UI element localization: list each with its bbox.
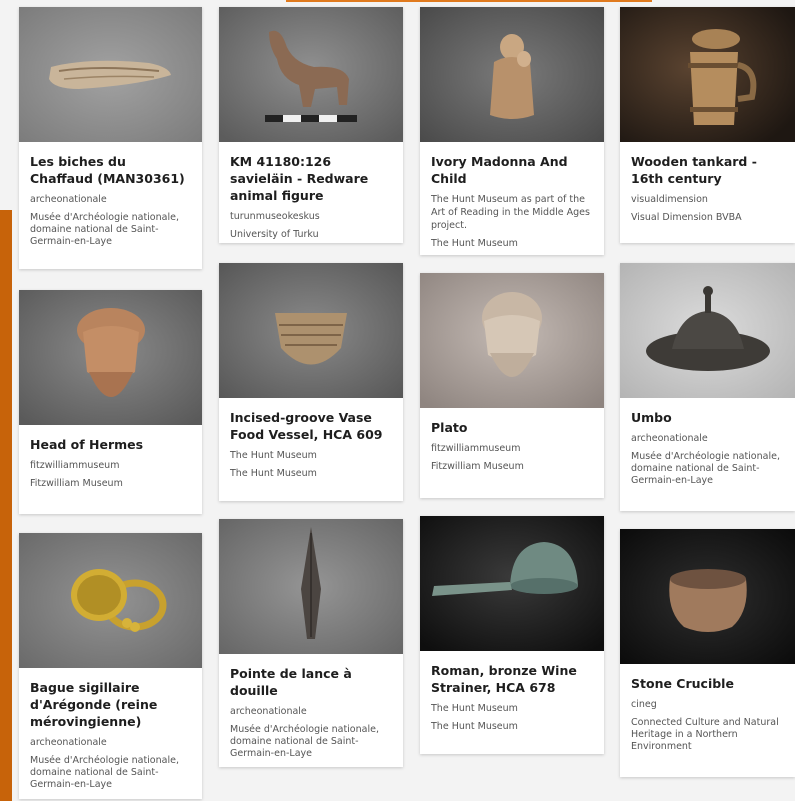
card-organization[interactable]: Connected Culture and Natural Heritage i… — [631, 717, 785, 753]
model-card[interactable]: Umbo archeonationale Musée d'Archéologie… — [620, 263, 795, 511]
card-author[interactable]: fitzwilliammuseum — [431, 442, 594, 455]
animal-figure-thumbnail[interactable] — [219, 7, 403, 142]
card-author[interactable]: cineg — [631, 698, 785, 711]
ring-thumbnail[interactable] — [19, 533, 202, 668]
card-author[interactable]: archeonationale — [30, 736, 192, 749]
umbo-thumbnail[interactable] — [620, 263, 795, 398]
card-title[interactable]: Incised-groove Vase Food Vessel, HCA 609 — [230, 409, 393, 443]
spearhead-thumbnail[interactable] — [219, 519, 403, 654]
madonna-thumbnail[interactable] — [420, 7, 604, 142]
card-title[interactable]: Umbo — [631, 409, 785, 426]
card-organization[interactable]: Musée d'Archéologie nationale, domaine n… — [230, 724, 393, 760]
card-organization[interactable]: Musée d'Archéologie nationale, domaine n… — [30, 212, 192, 248]
model-card[interactable]: Head of Hermes fitzwilliammuseum Fitzwil… — [19, 290, 202, 514]
model-card[interactable]: Stone Crucible cineg Connected Culture a… — [620, 529, 795, 777]
left-accent-bar — [0, 210, 12, 801]
card-title[interactable]: Roman, bronze Wine Strainer, HCA 678 — [431, 662, 594, 696]
card-organization[interactable]: The Hunt Museum — [431, 721, 594, 733]
crucible-thumbnail[interactable] — [620, 529, 795, 664]
card-organization[interactable]: Fitzwilliam Museum — [30, 478, 192, 490]
strainer-thumbnail[interactable] — [420, 516, 604, 651]
card-title[interactable]: Pointe de lance à douille — [230, 665, 393, 699]
plato-head-thumbnail[interactable] — [420, 273, 604, 408]
card-title[interactable]: Bague sigillaire d'Arégonde (reine mérov… — [30, 679, 192, 730]
top-accent-line — [286, 0, 652, 2]
tankard-thumbnail[interactable] — [620, 7, 795, 142]
hermes-head-thumbnail[interactable] — [19, 290, 202, 425]
card-author[interactable]: The Hunt Museum as part of the Art of Re… — [431, 193, 594, 232]
card-title[interactable]: Les biches du Chaffaud (MAN30361) — [30, 153, 192, 187]
card-title[interactable]: Stone Crucible — [631, 675, 785, 692]
card-author[interactable]: archeonationale — [30, 193, 192, 206]
card-organization[interactable]: Visual Dimension BVBA — [631, 212, 785, 224]
card-author[interactable]: archeonationale — [230, 705, 393, 718]
card-title[interactable]: Wooden tankard - 16th century — [631, 153, 785, 187]
card-organization[interactable]: University of Turku — [230, 229, 393, 241]
vase-thumbnail[interactable] — [219, 263, 403, 398]
model-card[interactable]: KM 41180:126 savieläin - Redware animal … — [219, 7, 403, 243]
model-card[interactable]: Roman, bronze Wine Strainer, HCA 678 The… — [420, 516, 604, 754]
card-author[interactable]: The Hunt Museum — [230, 449, 393, 462]
model-card[interactable]: Ivory Madonna And Child The Hunt Museum … — [420, 7, 604, 255]
card-author[interactable]: fitzwilliammuseum — [30, 459, 192, 472]
model-card[interactable]: Pointe de lance à douille archeonational… — [219, 519, 403, 767]
model-card[interactable]: Plato fitzwilliammuseum Fitzwilliam Muse… — [420, 273, 604, 498]
card-author[interactable]: archeonationale — [631, 432, 785, 445]
model-card[interactable]: Bague sigillaire d'Arégonde (reine mérov… — [19, 533, 202, 799]
card-organization[interactable]: The Hunt Museum — [431, 238, 594, 250]
card-title[interactable]: KM 41180:126 savieläin - Redware animal … — [230, 153, 393, 204]
card-organization[interactable]: Musée d'Archéologie nationale, domaine n… — [631, 451, 785, 487]
model-card[interactable]: Wooden tankard - 16th century visualdime… — [620, 7, 795, 243]
model-card[interactable]: Incised-groove Vase Food Vessel, HCA 609… — [219, 263, 403, 501]
card-organization[interactable]: Fitzwilliam Museum — [431, 461, 594, 473]
card-author[interactable]: turunmuseokeskus — [230, 210, 393, 223]
card-author[interactable]: visualdimension — [631, 193, 785, 206]
card-organization[interactable]: Musée d'Archéologie nationale, domaine n… — [30, 755, 192, 791]
card-title[interactable]: Ivory Madonna And Child — [431, 153, 594, 187]
card-author[interactable]: The Hunt Museum — [431, 702, 594, 715]
card-title[interactable]: Head of Hermes — [30, 436, 192, 453]
card-organization[interactable]: The Hunt Museum — [230, 468, 393, 480]
model-card[interactable]: Les biches du Chaffaud (MAN30361) archeo… — [19, 7, 202, 269]
card-title[interactable]: Plato — [431, 419, 594, 436]
carved-bone-thumbnail[interactable] — [19, 7, 202, 142]
